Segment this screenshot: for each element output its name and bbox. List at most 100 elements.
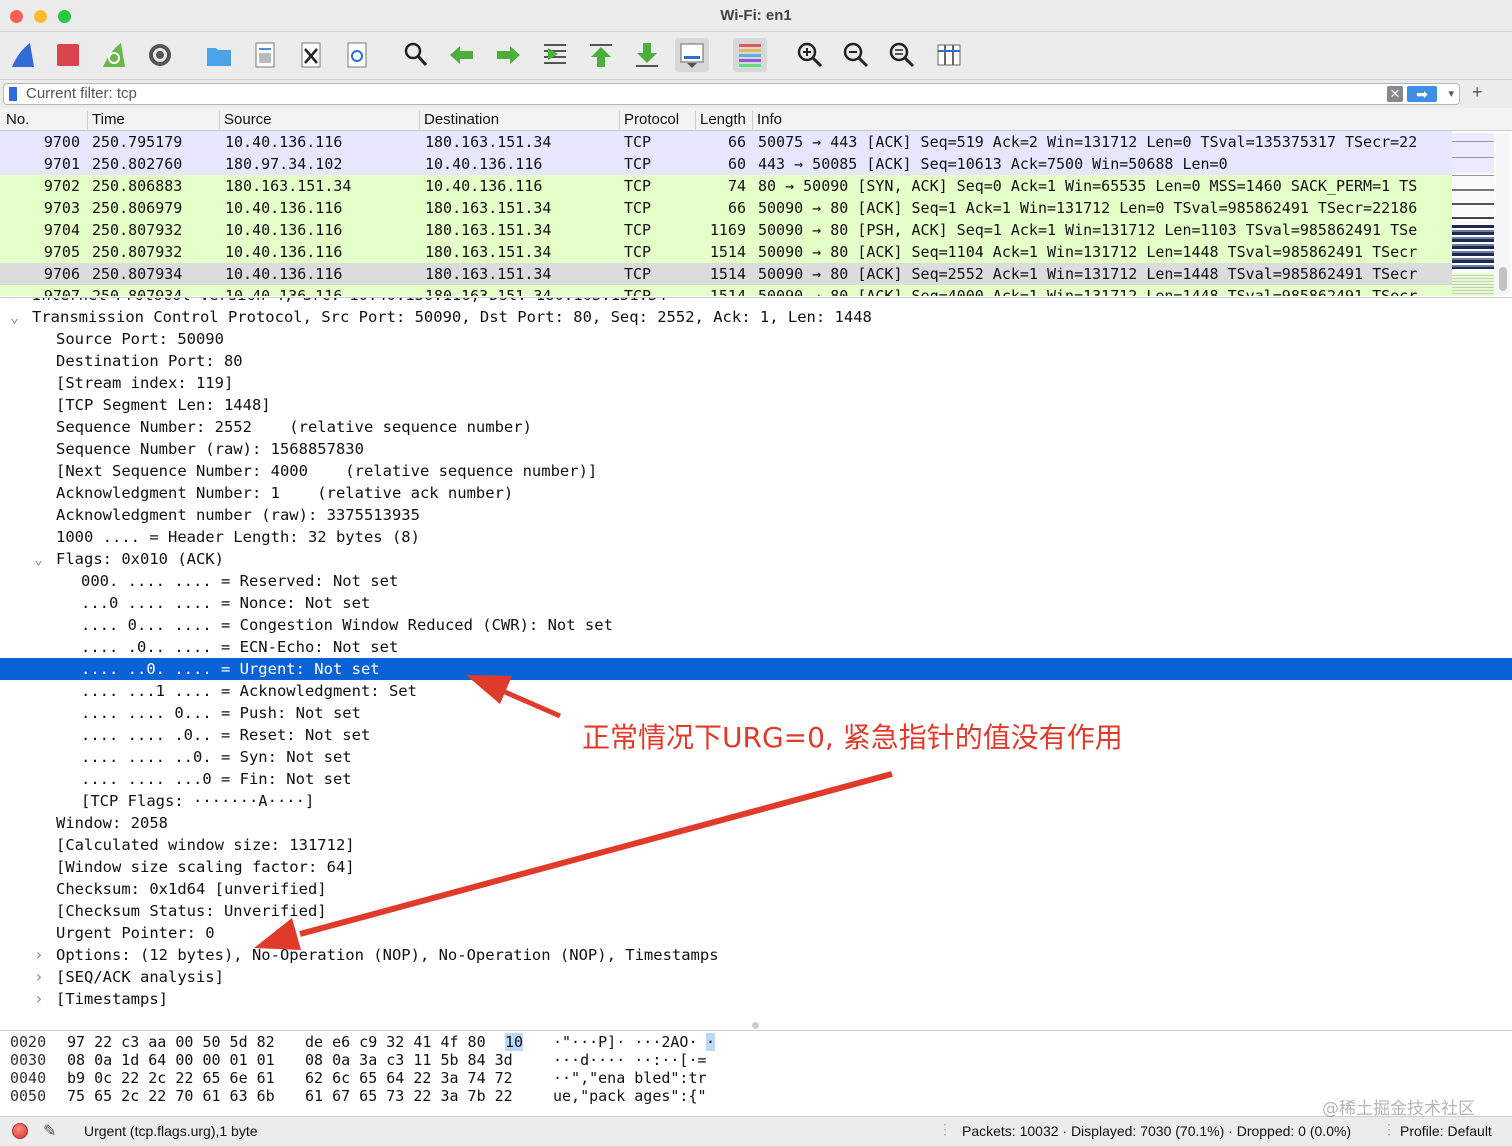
packet-list-scrollbar[interactable]: [1496, 133, 1510, 296]
packet-row[interactable]: 9707 250.807934 10.40.136.116 180.163.151.3…: [0, 285, 1452, 296]
hex-row[interactable]: 0020 97 22 c3 aa 00 50 5d 82 de e6 c9 32 4…: [0, 1033, 760, 1051]
detail-line[interactable]: Source Port: 50090: [0, 328, 1512, 350]
resize-columns-icon[interactable]: [932, 38, 966, 72]
watermark: @稀土掘金技术社区: [1322, 1099, 1475, 1119]
expanded-chevron-icon[interactable]: ⌄: [34, 548, 43, 570]
detail-line[interactable]: [Calculated window size: 131712]: [0, 834, 1512, 856]
go-to-packet-icon[interactable]: [538, 38, 572, 72]
expert-info-indicator-icon[interactable]: [12, 1123, 28, 1139]
detail-line[interactable]: 1000 .... = Header Length: 32 bytes (8): [0, 526, 1512, 548]
packet-row[interactable]: 9705 250.807932 10.40.136.116 180.163.151.3…: [0, 241, 1452, 263]
detail-line-text: .... .... 0... = Push: Not set: [81, 704, 361, 722]
packet-minimap[interactable]: [1452, 133, 1494, 296]
packet-cell-src: 10.40.136.116: [225, 243, 343, 261]
zoom-out-icon[interactable]: [839, 38, 873, 72]
pane-splitter-handle[interactable]: [752, 1022, 759, 1029]
detail-line[interactable]: 000. .... .... = Reserved: Not set: [0, 570, 1512, 592]
shark-fin-start-icon[interactable]: [6, 38, 40, 72]
detail-line[interactable]: Destination Port: 80: [0, 350, 1512, 372]
packet-row[interactable]: 9700 250.795179 10.40.136.116 180.163.151.3…: [0, 131, 1452, 153]
packet-row[interactable]: 9704 250.807932 10.40.136.116 180.163.151.3…: [0, 219, 1452, 241]
packet-cell-src: 10.40.136.116: [225, 133, 343, 151]
packet-row[interactable]: 9706 250.807934 10.40.136.116 180.163.151.3…: [0, 263, 1452, 285]
collapsed-chevron-icon[interactable]: ›: [34, 988, 44, 1010]
detail-line[interactable]: Urgent Pointer: 0: [0, 922, 1512, 944]
filter-placeholder: Current filter: tcp: [26, 85, 137, 102]
detail-line[interactable]: .... .0.. .... = ECN-Echo: Not set: [0, 636, 1512, 658]
detail-line[interactable]: ⌄ Flags: 0x010 (ACK): [0, 548, 1512, 570]
detail-line[interactable]: › [SEQ/ACK analysis]: [0, 966, 1512, 988]
colorize-icon[interactable]: [733, 38, 767, 72]
detail-line[interactable]: Acknowledgment number (raw): 3375513935: [0, 504, 1512, 526]
column-header-length[interactable]: Length: [695, 111, 747, 129]
detail-line-text: [Calculated window size: 131712]: [56, 836, 355, 854]
detail-line[interactable]: › Options: (12 bytes), No-Operation (NOP)…: [0, 944, 1512, 966]
packet-row[interactable]: 9702 250.806883 180.163.151.34 10.40.136.11…: [0, 175, 1452, 197]
annotation-text: 正常情况下URG=0, 紧急指针的值没有作用: [582, 721, 1123, 754]
clear-filter-icon[interactable]: ✕: [1387, 86, 1403, 102]
edit-comment-icon[interactable]: ✎: [43, 1121, 56, 1141]
detail-line-selected[interactable]: .... ..0. .... = Urgent: Not set: [0, 658, 1512, 680]
search-magnifier-icon[interactable]: [399, 38, 433, 72]
detail-line[interactable]: [TCP Flags: ·······A····]: [0, 790, 1512, 812]
bookmark-icon[interactable]: [9, 87, 17, 101]
detail-line[interactable]: [Window size scaling factor: 64]: [0, 856, 1512, 878]
detail-line[interactable]: [Checksum Status: Unverified]: [0, 900, 1512, 922]
detail-line[interactable]: .... 0... .... = Congestion Window Reduc…: [0, 614, 1512, 636]
detail-line[interactable]: › Internet Protocol Version 4, Src: 10.40…: [0, 298, 1512, 306]
column-header-destination[interactable]: Destination: [419, 111, 499, 129]
autoscroll-icon[interactable]: [675, 38, 709, 72]
column-header-protocol[interactable]: Protocol: [619, 111, 679, 129]
collapsed-chevron-icon[interactable]: ›: [34, 944, 44, 966]
hex-row[interactable]: 0030 08 0a 1d 64 00 00 01 01 08 0a 3a c3 1…: [0, 1051, 760, 1069]
scrollbar-thumb[interactable]: [1499, 267, 1507, 291]
save-file-icon[interactable]: [248, 38, 282, 72]
stop-square-icon[interactable]: [51, 38, 85, 72]
go-forward-arrow-icon[interactable]: [491, 38, 525, 72]
open-folder-icon[interactable]: [202, 38, 236, 72]
detail-line[interactable]: .... .... ...0 = Fin: Not set: [0, 768, 1512, 790]
packet-row[interactable]: 9703 250.806979 10.40.136.116 180.163.151.3…: [0, 197, 1452, 219]
detail-line[interactable]: Sequence Number: 2552 (relative sequence…: [0, 416, 1512, 438]
packet-cell-info: 50090 → 80 [ACK] Seq=4000 Ack=1 Win=1317…: [758, 287, 1418, 296]
expanded-chevron-icon[interactable]: ⌄: [10, 306, 19, 328]
hex-row[interactable]: 0040 b9 0c 22 2c 22 65 6e 61 62 6c 65 64 2…: [0, 1069, 760, 1087]
detail-line[interactable]: .... ...1 .... = Acknowledgment: Set: [0, 680, 1512, 702]
detail-line-text: Urgent Pointer: 0: [56, 924, 215, 942]
first-packet-icon[interactable]: [584, 38, 618, 72]
normal-size-icon[interactable]: [885, 38, 919, 72]
detail-line[interactable]: Sequence Number (raw): 1568857830: [0, 438, 1512, 460]
packet-cell-proto: TCP: [624, 177, 652, 195]
add-filter-button-plus-icon[interactable]: +: [1472, 82, 1483, 103]
apply-filter-arrow-icon[interactable]: ➡: [1407, 86, 1437, 102]
capture-options-gear-icon[interactable]: [143, 38, 177, 72]
detail-line[interactable]: › [Timestamps]: [0, 988, 1512, 1010]
close-file-icon[interactable]: [294, 38, 328, 72]
detail-line[interactable]: [Next Sequence Number: 4000 (relative se…: [0, 460, 1512, 482]
hex-row[interactable]: 0050 75 65 2c 22 70 61 63 6b 61 67 65 73 2…: [0, 1087, 760, 1105]
last-packet-icon[interactable]: [630, 38, 664, 72]
detail-line[interactable]: Window: 2058: [0, 812, 1512, 834]
column-header-no[interactable]: No.: [2, 111, 29, 129]
filter-history-chevron-down-icon[interactable]: ▾: [1448, 84, 1454, 104]
detail-line[interactable]: ...0 .... .... = Nonce: Not set: [0, 592, 1512, 614]
column-header-info[interactable]: Info: [752, 111, 782, 129]
detail-line[interactable]: Checksum: 0x1d64 [unverified]: [0, 878, 1512, 900]
reload-icon[interactable]: [340, 38, 374, 72]
restart-fin-icon[interactable]: [97, 38, 131, 72]
packet-row[interactable]: 9701 250.802760 180.97.34.102 10.40.136.116…: [0, 153, 1452, 175]
detail-line-text: Source Port: 50090: [56, 330, 224, 348]
go-back-arrow-icon[interactable]: [445, 38, 479, 72]
detail-line[interactable]: ⌄ Transmission Control Protocol, Src Port…: [0, 306, 1512, 328]
collapsed-chevron-icon[interactable]: ›: [10, 298, 20, 306]
status-profile[interactable]: Profile: Default: [1400, 1123, 1492, 1139]
column-header-source[interactable]: Source: [219, 111, 272, 129]
detail-line[interactable]: [TCP Segment Len: 1448]: [0, 394, 1512, 416]
collapsed-chevron-icon[interactable]: ›: [34, 966, 44, 988]
detail-line[interactable]: Acknowledgment Number: 1 (relative ack n…: [0, 482, 1512, 504]
zoom-in-icon[interactable]: [793, 38, 827, 72]
display-filter-input[interactable]: Current filter: tcp ✕ ➡ ▾: [3, 83, 1460, 105]
column-header-time[interactable]: Time: [87, 111, 125, 129]
detail-line-text: [TCP Segment Len: 1448]: [56, 396, 271, 414]
detail-line[interactable]: [Stream index: 119]: [0, 372, 1512, 394]
